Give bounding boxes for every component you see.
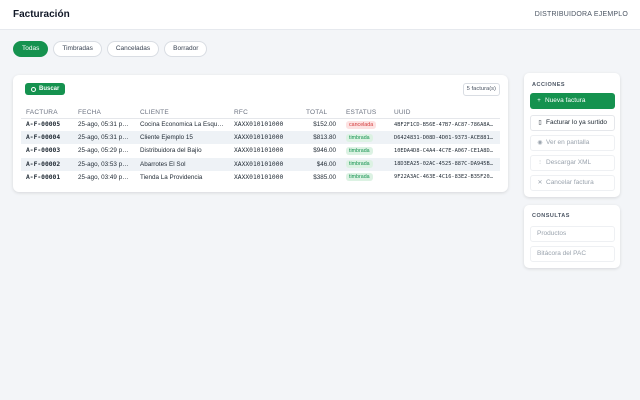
filter-tabs: Todas Timbradas Canceladas Borrador: [13, 41, 208, 57]
cell-cliente: Cocina Economica La Esquina: [140, 121, 226, 129]
cell-estatus: timbrada: [341, 144, 389, 157]
products-button[interactable]: Productos: [530, 226, 615, 242]
cell-fecha: 25-ago, 03:53 p.m.: [73, 157, 135, 171]
cell-rfc: XAXX010101000: [234, 121, 284, 129]
download-xml-label: Descargar XML: [546, 159, 592, 166]
cell-factura: A-F-00002: [21, 157, 73, 171]
new-invoice-button[interactable]: + Nueva factura: [530, 93, 615, 109]
cancel-invoice-button[interactable]: ✕ Cancelar factura: [530, 175, 615, 191]
table-row[interactable]: A-F-00004 25-ago, 05:31 p.m. Cliente Eje…: [21, 131, 500, 145]
cell-uuid: D6424831-D08D-4D01-9373-ACE8816...: [389, 131, 500, 145]
actions-heading: ACCIONES: [532, 82, 566, 88]
column-header-fecha[interactable]: FECHA: [73, 107, 135, 119]
column-header-rfc[interactable]: RFC: [229, 107, 301, 119]
invoice-fulfilled-label: Facturar lo ya surtido: [546, 119, 608, 126]
status-badge: timbrada: [346, 146, 373, 155]
cell-estatus: timbrada: [341, 171, 389, 184]
plus-icon: +: [537, 98, 541, 104]
cell-estatus: timbrada: [341, 131, 389, 145]
tab-todas[interactable]: Todas: [13, 41, 49, 57]
invoice-count: 5 factura(s): [462, 83, 500, 96]
cell-uuid: 4BF2F1CD-B56E-47B7-AC87-786A8A3...: [394, 121, 500, 128]
pac-log-button[interactable]: Bitácora del PAC: [530, 246, 615, 262]
cell-rfc: XAXX010101000: [234, 147, 284, 155]
new-invoice-label: Nueva factura: [545, 97, 586, 104]
tab-timbradas[interactable]: Timbradas: [53, 41, 102, 57]
cell-factura: A-F-00004: [21, 131, 73, 145]
table-row[interactable]: A-F-00003 25-ago, 05:29 p.m. Distribuido…: [21, 144, 500, 157]
actions-panel: ACCIONES + Nueva factura ▯ Facturar lo y…: [524, 73, 620, 197]
eye-icon: ◉: [537, 140, 543, 146]
page-title: Facturación: [13, 9, 70, 20]
table-row[interactable]: A-F-00005 25-ago, 05:31 p.m. Cocina Econ…: [21, 118, 500, 131]
cell-fecha: 25-ago, 03:49 p.m.: [78, 173, 131, 181]
search-button-label: Buscar: [39, 86, 60, 92]
search-button[interactable]: Buscar: [25, 83, 66, 95]
column-header-estatus[interactable]: ESTATUS: [341, 107, 389, 119]
cell-uuid: 9F22A3AC-463E-4C16-83E2-B35F209...: [394, 174, 500, 181]
cell-cliente: Cliente Ejemplo 15: [135, 131, 229, 145]
cell-factura: A-F-00003: [26, 147, 61, 155]
download-xml-button[interactable]: ⫶ Descargar XML: [530, 155, 615, 171]
cell-cliente: Abarrotes El Sol: [135, 157, 229, 171]
company-name[interactable]: DISTRIBUIDORA EJEMPLO: [535, 11, 628, 18]
cancel-invoice-label: Cancelar factura: [546, 179, 594, 186]
tab-canceladas[interactable]: Canceladas: [106, 41, 160, 57]
column-header-factura[interactable]: FACTURA: [21, 107, 73, 119]
close-icon: ✕: [537, 180, 543, 186]
cell-total: $46.00: [301, 157, 341, 171]
cell-rfc: XAXX010101000: [234, 173, 284, 181]
view-on-screen-label: Ver en pantalla: [546, 139, 590, 146]
download-icon: ⫶: [539, 160, 541, 166]
table-header-row: FACTURA FECHA CLIENTE RFC TOTAL ESTATUS …: [21, 107, 500, 119]
cell-total: $385.00: [313, 173, 336, 181]
cell-estatus: timbrada: [341, 157, 389, 171]
cell-total: $813.80: [301, 131, 341, 145]
cell-uuid: 18D3EA25-02AC-4525-887C-DA945B3...: [389, 157, 500, 171]
status-badge: timbrada: [346, 160, 373, 169]
table-row[interactable]: A-F-00002 25-ago, 03:53 p.m. Abarrotes E…: [21, 157, 500, 171]
status-badge: timbrada: [346, 133, 373, 142]
view-on-screen-button[interactable]: ◉ Ver en pantalla: [530, 135, 615, 151]
document-icon: ▯: [538, 120, 542, 126]
invoice-fulfilled-button[interactable]: ▯ Facturar lo ya surtido: [530, 115, 615, 131]
cell-fecha: 25-ago, 05:29 p.m.: [78, 147, 131, 155]
column-header-uuid[interactable]: UUID: [389, 107, 500, 119]
cell-rfc: XAXX010101000: [229, 131, 301, 145]
queries-heading: CONSULTAS: [532, 213, 570, 219]
cell-estatus: cancelada: [341, 118, 389, 131]
cell-total: $152.00: [313, 121, 336, 129]
status-badge: cancelada: [346, 120, 377, 129]
table-row[interactable]: A-F-00001 25-ago, 03:49 p.m. Tienda La P…: [21, 171, 500, 184]
cell-factura: A-F-00005: [26, 121, 61, 129]
cell-total: $946.00: [313, 147, 336, 155]
tab-borrador[interactable]: Borrador: [164, 41, 208, 57]
queries-panel: CONSULTAS Productos Bitácora del PAC: [524, 205, 620, 268]
cell-rfc: XAXX010101000: [229, 157, 301, 171]
invoices-table: FACTURA FECHA CLIENTE RFC TOTAL ESTATUS …: [21, 107, 500, 184]
cell-cliente: Distribuidora del Bajío: [140, 147, 202, 155]
cell-factura: A-F-00001: [26, 173, 61, 181]
top-bar: Facturación DISTRIBUIDORA EJEMPLO: [0, 0, 640, 30]
invoices-card: Buscar 5 factura(s) FACTURA FECHA CLIENT…: [13, 75, 508, 192]
status-badge: timbrada: [346, 173, 373, 182]
cell-uuid: 10EDA4D8-C4A4-4C7E-A067-CE1A8D6...: [394, 147, 500, 154]
cell-fecha: 25-ago, 05:31 p.m.: [73, 131, 135, 145]
search-icon: [31, 86, 36, 92]
column-header-total[interactable]: TOTAL: [301, 107, 341, 119]
cell-cliente: Tienda La Providencia: [140, 173, 203, 181]
cell-fecha: 25-ago, 05:31 p.m.: [78, 121, 131, 129]
column-header-cliente[interactable]: CLIENTE: [135, 107, 229, 119]
